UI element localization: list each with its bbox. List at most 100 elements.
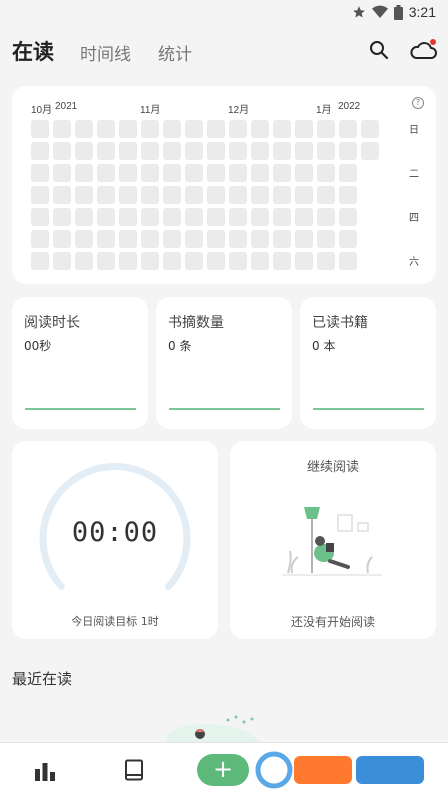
stat-label: 已读书籍	[312, 315, 368, 331]
heatmap-cell	[53, 252, 71, 270]
heatmap-cell	[339, 230, 357, 248]
books-read-card[interactable]: 已读书籍 0 本	[300, 297, 436, 429]
heatmap-cell	[31, 208, 49, 226]
book-icon[interactable]	[124, 759, 144, 781]
heatmap-cell	[273, 208, 291, 226]
heatmap-cell	[163, 230, 181, 248]
excerpts-count-card[interactable]: 书摘数量 0 条	[156, 297, 292, 429]
heatmap-cell	[317, 120, 335, 138]
year-label: 2021	[55, 101, 78, 112]
empty-recent-illustration	[166, 715, 262, 744]
heatmap-cell	[339, 142, 357, 160]
add-book-button[interactable]: +	[197, 754, 249, 786]
reading-timer-card[interactable]: 00:00 今日阅读目标 1时	[12, 441, 218, 639]
month-label: 1月	[316, 105, 332, 116]
heatmap-cell	[295, 230, 313, 248]
heatmap-cell	[251, 142, 269, 160]
continue-reading-card[interactable]: 继续阅读 还没有开始阅读	[230, 441, 436, 639]
site-watermark-logo	[254, 750, 430, 790]
heatmap-cell	[141, 120, 159, 138]
heatmap-cell	[185, 252, 203, 270]
stat-value: 00秒	[24, 339, 52, 353]
heatmap-cell	[339, 252, 357, 270]
heatmap-cell	[295, 120, 313, 138]
heatmap-cell	[75, 164, 93, 182]
recent-reading-title: 最近在读	[12, 670, 73, 688]
heatmap-cell	[229, 230, 247, 248]
heatmap-cell	[339, 120, 357, 138]
heatmap-cell	[75, 142, 93, 160]
heatmap-cell	[229, 186, 247, 204]
heatmap-cell	[295, 186, 313, 204]
heatmap-cell	[317, 164, 335, 182]
heatmap-cell	[295, 164, 313, 182]
tab-reading[interactable]: 在读	[12, 36, 54, 66]
heatmap-cell	[31, 164, 49, 182]
heatmap-cell	[251, 252, 269, 270]
heatmap-cell	[141, 142, 159, 160]
heatmap-cell	[119, 208, 137, 226]
heatmap-cell	[207, 230, 225, 248]
heatmap-cell	[339, 208, 357, 226]
heatmap-cell	[97, 186, 115, 204]
stat-value: 0 本	[312, 339, 336, 353]
app-header: 在读 时间线 统计	[0, 34, 448, 74]
stats-bar-chart-icon[interactable]	[34, 761, 56, 781]
heatmap-cell	[317, 208, 335, 226]
heatmap-cell	[31, 252, 49, 270]
heatmap-cell	[251, 208, 269, 226]
heatmap-cell	[97, 164, 115, 182]
status-time: 3:21	[408, 4, 436, 20]
stat-value: 0 条	[168, 339, 192, 353]
weekday-label: 日	[409, 125, 419, 136]
status-bar: 3:21	[0, 0, 448, 26]
heatmap-cell	[185, 186, 203, 204]
heatmap-cell	[317, 186, 335, 204]
tab-stats[interactable]: 统计	[158, 40, 192, 65]
heatmap-cell	[273, 120, 291, 138]
heatmap-cell	[207, 142, 225, 160]
heatmap-cell	[229, 164, 247, 182]
heatmap-cell	[75, 120, 93, 138]
daily-goal-text: 今日阅读目标 1时	[71, 615, 159, 628]
reading-heatmap-card: 10月 2021 11月 12月 1月 2022 ? 日 二 四 六	[12, 86, 436, 284]
heatmap-cell	[53, 186, 71, 204]
help-icon[interactable]: ?	[412, 97, 424, 109]
heatmap-cell	[207, 252, 225, 270]
weekday-label: 二	[409, 169, 419, 180]
heatmap-cell	[31, 186, 49, 204]
tab-timeline[interactable]: 时间线	[80, 40, 131, 65]
heatmap-cell	[119, 186, 137, 204]
heatmap-cell	[141, 208, 159, 226]
year-label: 2022	[338, 101, 361, 112]
heatmap-cell	[97, 230, 115, 248]
heatmap-cell	[207, 186, 225, 204]
heatmap-cell	[75, 230, 93, 248]
stat-trend-line	[313, 408, 424, 410]
month-label: 11月	[140, 105, 161, 116]
heatmap-cell	[273, 164, 291, 182]
heatmap-cell	[251, 164, 269, 182]
heatmap-cell	[207, 120, 225, 138]
heatmap-cell	[339, 164, 357, 182]
heatmap-cell	[317, 252, 335, 270]
stat-label: 书摘数量	[168, 315, 224, 331]
battery-icon	[393, 4, 403, 20]
search-icon[interactable]	[369, 40, 389, 60]
heatmap-cell	[53, 230, 71, 248]
heatmap-cell	[273, 252, 291, 270]
heatmap-cell	[163, 186, 181, 204]
no-reading-text: 还没有开始阅读	[290, 615, 375, 629]
cloud-sync-icon[interactable]	[410, 38, 438, 62]
reading-time-card[interactable]: 阅读时长 00秒	[12, 297, 148, 429]
reading-person-illustration	[282, 507, 382, 576]
heatmap-cell	[119, 230, 137, 248]
heatmap-cell	[75, 186, 93, 204]
weekday-label: 四	[409, 213, 419, 224]
heatmap-cell	[295, 208, 313, 226]
heatmap-cell	[119, 164, 137, 182]
month-label: 12月	[228, 105, 250, 116]
month-label: 10月	[31, 105, 53, 116]
heatmap-cell	[141, 230, 159, 248]
heatmap-cell	[163, 164, 181, 182]
